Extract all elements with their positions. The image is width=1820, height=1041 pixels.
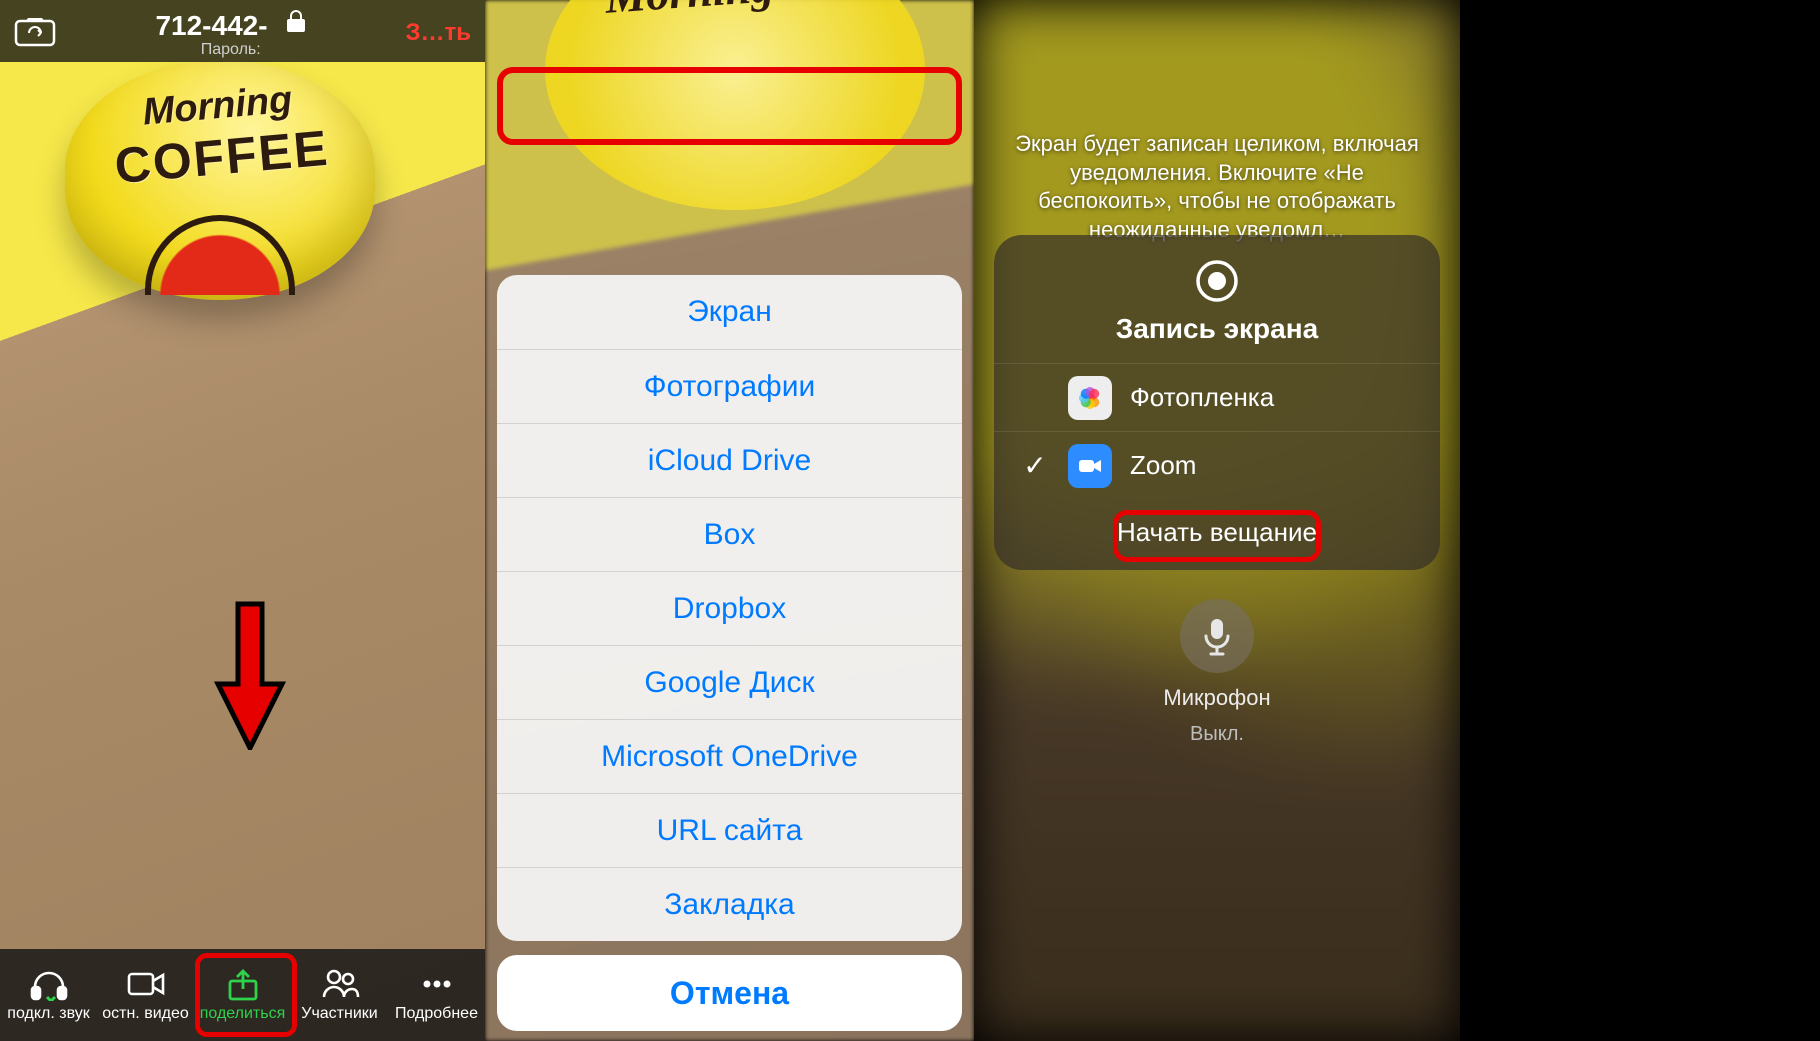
microphone-icon [1200,616,1234,656]
toolbar-audio-label: подкл. звук [7,1005,89,1023]
share-option-photos[interactable]: Фотографии [497,349,962,423]
share-option-box[interactable]: Box [497,497,962,571]
share-option-dropbox[interactable]: Dropbox [497,571,962,645]
share-option-screen[interactable]: Экран [497,275,962,349]
switch-camera-icon [14,15,56,47]
broadcast-card-title: Запись экрана [994,313,1440,345]
broadcast-target-photos-label: Фотопленка [1130,382,1274,413]
broadcast-target-list: Фотопленка ✓ Zoom [994,363,1440,499]
participants-icon [320,967,360,1001]
microphone-label: Микрофон [1163,685,1270,711]
share-icon [223,967,263,1001]
password-label: Пароль: [155,42,306,58]
headphones-icon [29,967,69,1001]
broadcast-target-photos[interactable]: Фотопленка [994,363,1440,431]
share-option-onedrive[interactable]: Microsoft OneDrive [497,719,962,793]
toolbar-more-label: Подробнее [395,1005,478,1023]
broadcast-target-zoom[interactable]: ✓ Zoom [994,431,1440,499]
toolbar-participants-label: Участники [301,1005,377,1023]
meeting-toolbar: подкл. звук остн. видео поделиться Участ… [0,949,485,1041]
share-option-gdrive[interactable]: Google Диск [497,645,962,719]
toolbar-more[interactable]: Подробнее [389,967,485,1023]
zoom-app-icon [1068,444,1112,488]
toolbar-share-label: поделиться [200,1005,286,1023]
zoom-meeting-screen: Morning COFFEE 712-442- Пароль: З…ть [0,0,485,1041]
broadcast-card: Запись экрана Фотопленка [994,235,1440,570]
toolbar-audio[interactable]: подкл. звук [1,967,97,1023]
checkmark-icon: ✓ [1020,449,1050,482]
toolbar-participants[interactable]: Участники [292,967,388,1023]
photos-app-icon [1068,376,1112,420]
microphone-state: Выкл. [1190,723,1244,746]
microphone-toggle[interactable]: Микрофон Выкл. [974,599,1460,746]
lock-icon [286,9,306,37]
meeting-id: 712-442- [155,10,267,41]
share-action-sheet: Экран Фотографии iCloud Drive Box Dropbo… [497,275,962,1031]
leave-button[interactable]: З…ть [405,19,471,47]
screen-broadcast-screen: Экран будет записан целиком, включая уве… [974,0,1460,1041]
mic-icon-circle [1180,599,1254,673]
broadcast-target-zoom-label: Zoom [1130,450,1196,481]
share-cancel-button[interactable]: Отмена [497,955,962,1031]
more-icon [417,967,457,1001]
switch-camera-button[interactable] [14,15,56,52]
record-icon [994,259,1440,303]
toolbar-video[interactable]: остн. видео [98,967,194,1023]
share-option-url[interactable]: URL сайта [497,793,962,867]
start-broadcast-button[interactable]: Начать вещание [994,499,1440,552]
meeting-top-bar: 712-442- Пароль: З…ть [0,0,485,62]
broadcast-info-text: Экран будет записан целиком, включая уве… [1004,130,1430,244]
meeting-info: 712-442- Пароль: [155,9,306,58]
share-options-group: Экран Фотографии iCloud Drive Box Dropbo… [497,275,962,941]
share-action-sheet-screen: Morning Экран Фотографии iCloud Drive Bo… [485,0,974,1041]
red-arrow-annotation [210,600,290,750]
share-option-bookmark[interactable]: Закладка [497,867,962,941]
video-icon [126,967,166,1001]
toolbar-share[interactable]: поделиться [195,967,291,1023]
toolbar-video-label: остн. видео [102,1005,189,1023]
share-option-icloud[interactable]: iCloud Drive [497,423,962,497]
